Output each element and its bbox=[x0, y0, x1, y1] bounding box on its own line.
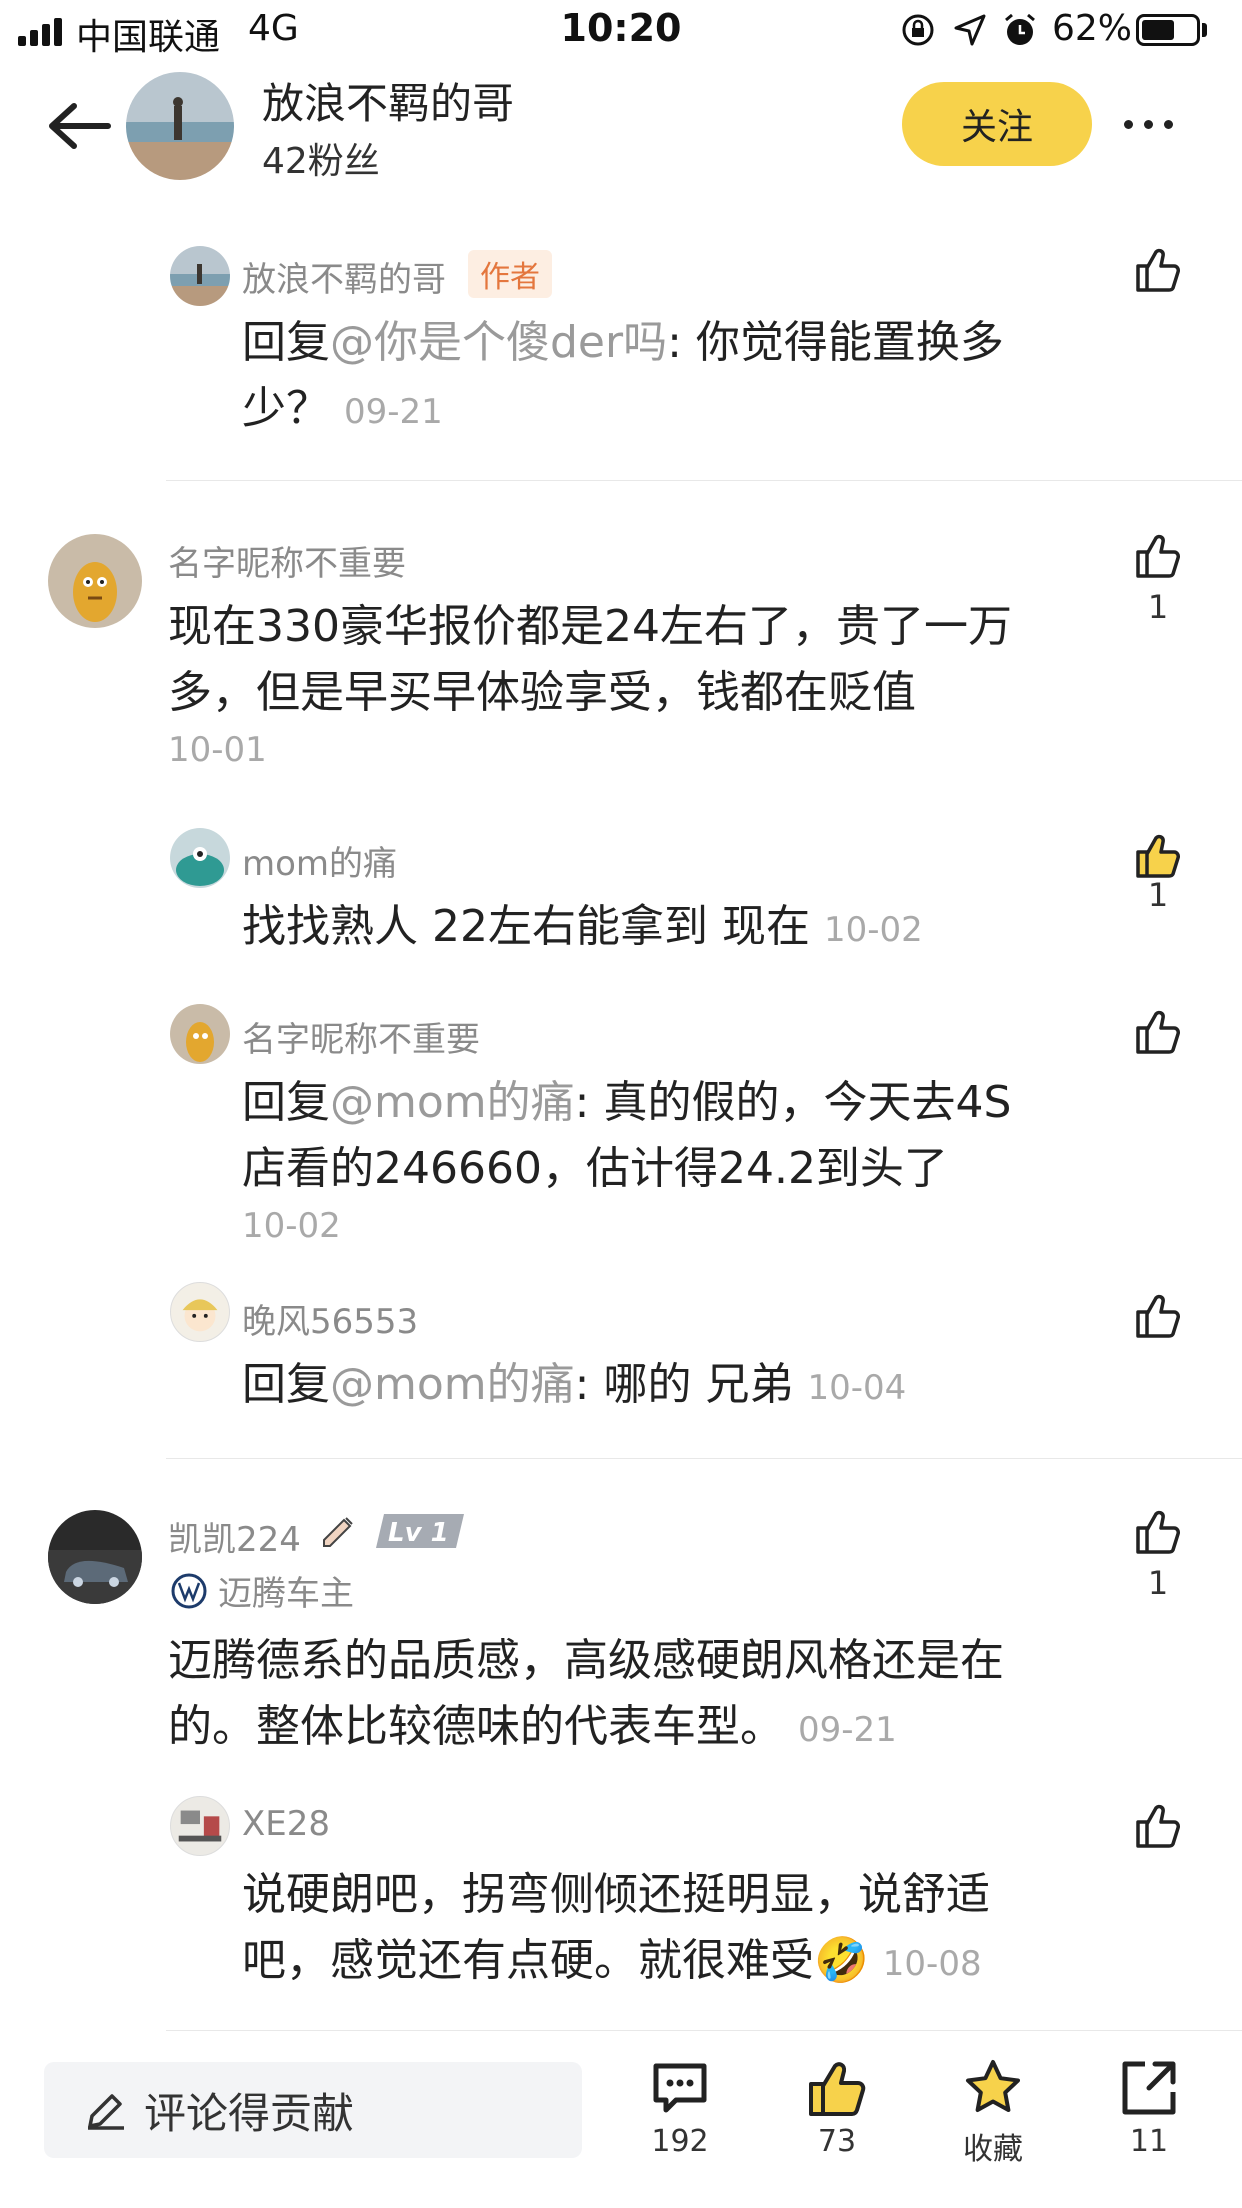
battery-tip bbox=[1202, 23, 1207, 37]
mention-link[interactable]: @mom的痛 bbox=[330, 1077, 575, 1128]
fans-count: 42粉丝 bbox=[262, 141, 380, 182]
comment-text[interactable]: 找找熟人 22左右能拿到 现在 10-02 bbox=[242, 894, 1082, 963]
comment-text-line: 现在330豪华报价都是24左右了，贵了一万 bbox=[168, 601, 1012, 652]
comments-count: 192 bbox=[651, 2124, 709, 2159]
comment-icon bbox=[653, 2063, 707, 2113]
like-count: 1 bbox=[1147, 588, 1169, 626]
more-icon[interactable] bbox=[1124, 104, 1176, 144]
comment-text-line: 的。整体比较德味的代表车型。 bbox=[168, 1701, 784, 1752]
avatar[interactable] bbox=[170, 1796, 230, 1856]
comment-date: 10-02 bbox=[242, 1206, 341, 1246]
comment-text[interactable]: 回复@mom的痛: 真的假的，今天去4S 店看的246660，估计得24.2到头… bbox=[242, 1070, 1082, 1202]
author-name[interactable]: 放浪不羁的哥 bbox=[262, 70, 514, 131]
reply-prefix: 回复 bbox=[242, 1359, 330, 1410]
divider bbox=[166, 480, 1242, 481]
writing-hand-icon bbox=[323, 1517, 353, 1547]
comment-text[interactable]: 说硬朗吧，拐弯侧倾还挺明显，说舒适 吧，感觉还有点硬。就很难受🤣 10-08 bbox=[242, 1862, 1102, 1997]
favorite-button[interactable]: 收藏 bbox=[938, 2056, 1048, 2168]
share-icon bbox=[1122, 2061, 1176, 2115]
reply-prefix: 回复 bbox=[242, 1077, 330, 1128]
comment-text-line: : 真的假的，今天去4S bbox=[574, 1077, 1012, 1128]
comment-text-line: 吧，感觉还有点硬。就很难受 bbox=[242, 1935, 814, 1986]
comment-date: 10-04 bbox=[807, 1368, 907, 1408]
reply-prefix: 回复 bbox=[242, 317, 330, 368]
thumbs-up-icon[interactable] bbox=[1132, 1290, 1184, 1342]
comment-username[interactable]: 放浪不羁的哥 bbox=[242, 252, 446, 301]
thumbs-up-icon[interactable] bbox=[1132, 530, 1184, 582]
comment-text[interactable]: 回复@你是个傻der吗: 你觉得能置换多 少？ 09-21 bbox=[242, 310, 1082, 445]
mention-link[interactable]: @你是个傻der吗 bbox=[330, 317, 667, 368]
comment-username[interactable]: 名字昵称不重要 bbox=[168, 536, 406, 585]
volkswagen-logo-icon bbox=[171, 1573, 207, 1608]
share-count: 11 bbox=[1129, 2124, 1169, 2159]
comment-text-line: 迈腾德系的品质感，高级感硬朗风格还是在 bbox=[168, 1635, 1004, 1686]
avatar[interactable] bbox=[170, 828, 230, 888]
author-avatar[interactable] bbox=[126, 72, 234, 180]
comment-text-line: 多，但是早买早体验享受，钱都在贬值 bbox=[168, 667, 916, 718]
comment-text[interactable]: 回复@mom的痛: 哪的 兄弟 10-04 bbox=[242, 1352, 1082, 1421]
status-bar: 中国联通 4G 10:20 62% bbox=[0, 0, 1242, 62]
comment-date: 10-08 bbox=[882, 1944, 982, 1984]
rotation-lock-icon bbox=[902, 14, 934, 46]
favorite-label: 收藏 bbox=[963, 2132, 1023, 2167]
share-button[interactable]: 11 bbox=[1094, 2056, 1204, 2159]
comment-placeholder: 评论得贡献 bbox=[144, 2088, 355, 2138]
author-badge: 作者 bbox=[468, 250, 552, 298]
star-icon bbox=[966, 2060, 1020, 2112]
thumbs-up-liked-icon bbox=[809, 2062, 866, 2116]
comment-text-line: : 你觉得能置换多 bbox=[667, 317, 1004, 368]
thumbs-up-liked-icon[interactable] bbox=[1132, 830, 1184, 882]
comment-text-line: : 哪的 兄弟 bbox=[574, 1359, 794, 1410]
thumbs-up-icon[interactable] bbox=[1132, 1506, 1184, 1558]
battery-percent: 62% bbox=[1052, 8, 1133, 49]
comment-text-line: 店看的246660，估计得24.2到头了 bbox=[242, 1143, 948, 1194]
avatar[interactable] bbox=[170, 1282, 230, 1342]
comment-text[interactable]: 迈腾德系的品质感，高级感硬朗风格还是在 的。整体比较德味的代表车型。 09-21 bbox=[168, 1628, 1128, 1763]
comment-text[interactable]: 现在330豪华报价都是24左右了，贵了一万 多，但是早买早体验享受，钱都在贬值 bbox=[168, 594, 1108, 726]
comment-username[interactable]: 晚风56553 bbox=[242, 1294, 418, 1343]
avatar[interactable] bbox=[170, 246, 230, 306]
comment-date: 10-01 bbox=[168, 730, 267, 770]
comment-date: 10-02 bbox=[823, 910, 923, 950]
avatar[interactable] bbox=[48, 534, 142, 628]
comment-date: 09-21 bbox=[798, 1710, 897, 1750]
battery-icon bbox=[1136, 14, 1200, 46]
mention-link[interactable]: @mom的痛 bbox=[330, 1359, 575, 1410]
comment-text-line: 少？ bbox=[242, 383, 330, 434]
comment-text-line: 找找熟人 22左右能拿到 现在 bbox=[242, 901, 810, 952]
like-button[interactable]: 73 bbox=[782, 2056, 892, 2159]
car-owner-tag[interactable]: 迈腾车主 bbox=[170, 1566, 354, 1615]
comment-text-line: 说硬朗吧，拐弯侧倾还挺明显，说舒适 bbox=[242, 1869, 990, 1920]
thumbs-up-icon[interactable] bbox=[1132, 1800, 1184, 1852]
comment-username[interactable]: 名字昵称不重要 bbox=[242, 1012, 480, 1061]
comment-username[interactable]: XE28 bbox=[242, 1804, 330, 1844]
follow-button[interactable]: 关注 bbox=[902, 82, 1092, 166]
emoji-rofl: 🤣 bbox=[814, 1935, 869, 1986]
comments-button[interactable]: 192 bbox=[625, 2056, 735, 2159]
level-badge: Lv 1 bbox=[376, 1514, 464, 1548]
avatar[interactable] bbox=[48, 1510, 142, 1604]
thumbs-up-icon[interactable] bbox=[1132, 1006, 1184, 1058]
owner-label: 迈腾车主 bbox=[218, 1574, 354, 1614]
comment-username[interactable]: 凯凯224 bbox=[168, 1512, 301, 1561]
comment-input[interactable]: 评论得贡献 bbox=[44, 2062, 582, 2158]
back-arrow-icon[interactable] bbox=[44, 98, 116, 154]
level-text: Lv 1 bbox=[388, 1518, 449, 1548]
edit-icon bbox=[88, 2094, 124, 2130]
location-icon bbox=[954, 14, 986, 46]
like-count: 1 bbox=[1147, 876, 1169, 914]
avatar[interactable] bbox=[170, 1004, 230, 1064]
like-count: 1 bbox=[1147, 1564, 1169, 1602]
alarm-icon bbox=[1005, 13, 1035, 45]
divider bbox=[166, 2030, 1242, 2031]
thumbs-up-icon[interactable] bbox=[1132, 244, 1184, 296]
comment-username[interactable]: mom的痛 bbox=[242, 836, 397, 885]
comment-date: 09-21 bbox=[344, 392, 443, 432]
divider bbox=[166, 1458, 1242, 1459]
likes-count: 73 bbox=[817, 2124, 857, 2159]
